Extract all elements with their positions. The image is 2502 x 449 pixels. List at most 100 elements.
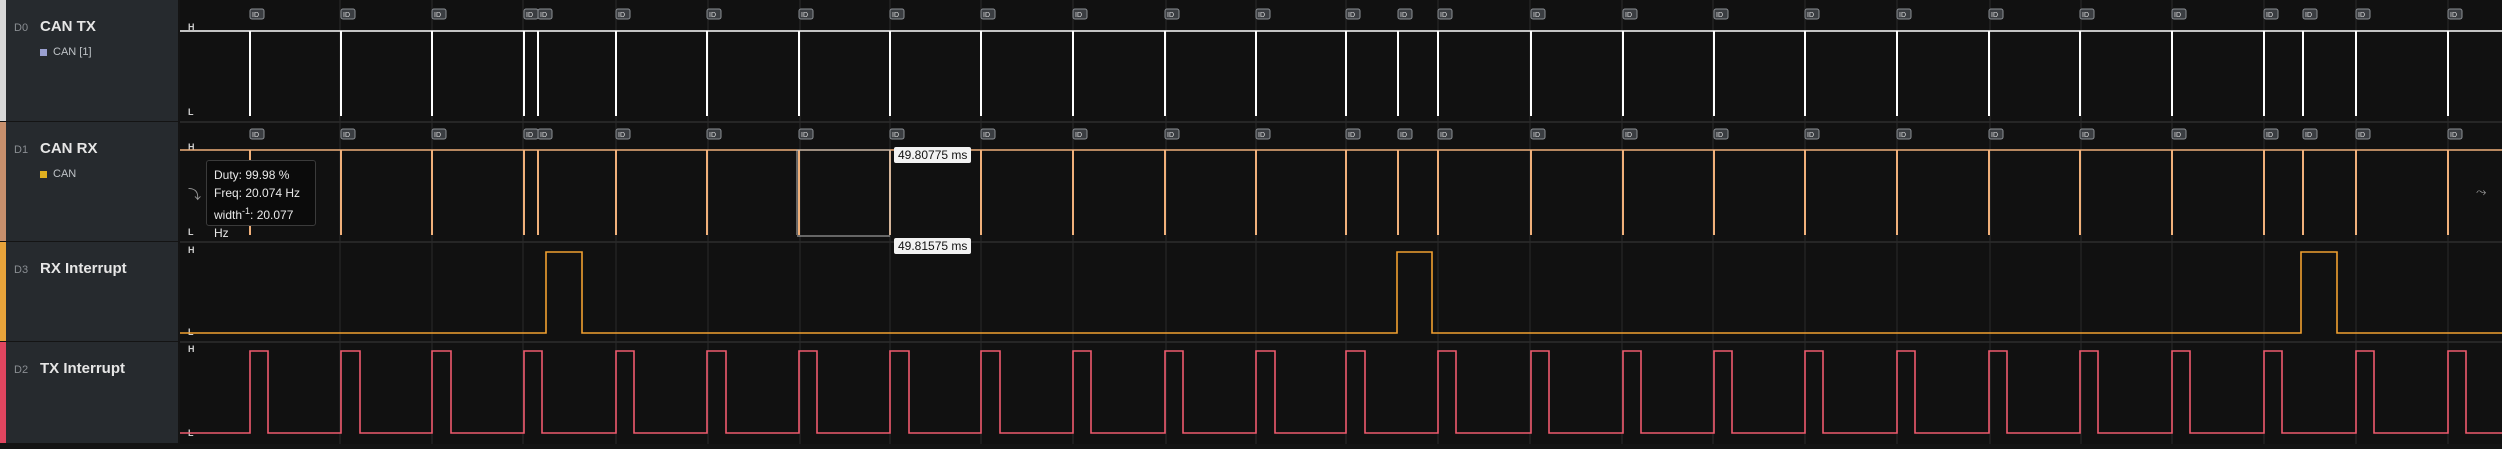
frame-id-label: ID <box>2174 12 2181 19</box>
waveform-area[interactable]: H L H L H L H L ID ID ID ID ID ID ID ID ID ID ID ID ID ID ID ID… <box>180 0 2502 444</box>
frame-marker: ID <box>1713 128 1729 140</box>
frame-id-label: ID <box>892 12 899 19</box>
frame-id-label: ID <box>892 132 899 139</box>
frame-marker: ID <box>889 8 905 20</box>
frame-marker: ID <box>340 8 356 20</box>
low-level-marker: L <box>188 327 194 337</box>
frame-id-label: ID <box>1625 132 1632 139</box>
frame-marker: ID <box>1804 8 1820 20</box>
frame-marker: ID <box>2355 128 2371 140</box>
frame-marker: ID <box>2079 8 2095 20</box>
channel-name[interactable]: CAN RX <box>40 140 98 157</box>
measurement-tooltip: Duty: 99.98 % Freq: 20.074 Hz width-1: 2… <box>206 160 316 240</box>
signal-waveform <box>180 251 2502 334</box>
frame-marker: ID <box>1164 8 1180 20</box>
frame-id-label: ID <box>2450 12 2457 19</box>
frame-marker: ID <box>1896 128 1912 140</box>
frame-marker: ID <box>1437 128 1453 140</box>
frame-marker: ID <box>615 128 631 140</box>
frame-id-label: ID <box>1991 12 1998 19</box>
waveform-canvas[interactable]: HLHLHLHLID ID ID ID ID ID ID ID ID ID ID ID ID ID ID ID… <box>180 0 2502 444</box>
width-label: width <box>214 208 243 222</box>
channel-name[interactable]: TX Interrupt <box>40 360 125 377</box>
frame-marker: ID <box>249 128 265 140</box>
lane-color-stripe <box>0 342 6 443</box>
frame-marker: ID <box>615 8 631 20</box>
frame-marker: ID <box>1988 128 2004 140</box>
channel-name[interactable]: RX Interrupt <box>40 260 127 277</box>
frame-marker: ID <box>1072 8 1088 20</box>
signal-waveform <box>180 350 2502 434</box>
frame-id-label: ID <box>801 12 808 19</box>
frame-marker: ID <box>1530 8 1546 20</box>
measurement-label-upper[interactable]: 49.80775 ms <box>894 147 972 163</box>
frame-id-label: ID <box>1075 12 1082 19</box>
measure-icon[interactable]: ⤳ <box>2476 184 2486 200</box>
frame-id-label: ID <box>1167 132 1174 139</box>
frame-marker: ID <box>1896 8 1912 20</box>
frame-marker: ID <box>431 8 447 20</box>
frame-id-label: ID <box>252 12 259 19</box>
frame-marker: ID <box>1255 8 1271 20</box>
frame-id-label: ID <box>1807 132 1814 139</box>
frame-id-label: ID <box>434 12 441 19</box>
frame-id-label: ID <box>343 132 350 139</box>
frame-id-label: ID <box>709 12 716 19</box>
frame-id-label: ID <box>2266 12 2273 19</box>
frame-id-label: ID <box>1716 132 1723 139</box>
low-level-marker: L <box>188 107 194 117</box>
frame-marker: ID <box>798 8 814 20</box>
frame-id-label: ID <box>1075 132 1082 139</box>
lane-color-stripe <box>0 242 6 341</box>
frame-marker: ID <box>2171 128 2187 140</box>
frame-marker: ID <box>706 8 722 20</box>
frame-id-label: ID <box>1533 12 1540 19</box>
frame-marker: ID <box>798 128 814 140</box>
frame-marker: ID <box>537 128 553 140</box>
frame-marker: ID <box>1164 128 1180 140</box>
lane-label-rx-interrupt[interactable]: D3 RX Interrupt <box>0 242 178 342</box>
frame-marker: ID <box>2447 128 2463 140</box>
frame-marker: ID <box>431 128 447 140</box>
analyzer-color-swatch <box>40 170 47 178</box>
frame-id-label: ID <box>709 132 716 139</box>
channel-name[interactable]: CAN TX <box>40 18 96 35</box>
frame-id-label: ID <box>434 132 441 139</box>
frame-marker: ID <box>2171 8 2187 20</box>
channel-number: D2 <box>14 364 29 376</box>
analyzer-name: CAN [1] <box>53 46 92 58</box>
frame-id-label: ID <box>1348 132 1355 139</box>
frame-id-label: ID <box>2082 12 2089 19</box>
frame-id-label: ID <box>2305 132 2312 139</box>
measure-icon[interactable]: ⤵ <box>188 184 201 203</box>
analyzer-entry[interactable]: CAN [1] <box>40 46 92 58</box>
frame-marker: ID <box>537 8 553 20</box>
frame-marker: ID <box>1072 128 1088 140</box>
frame-id-label: ID <box>526 12 533 19</box>
frame-marker: ID <box>1622 8 1638 20</box>
frame-id-label: ID <box>618 12 625 19</box>
channel-number: D1 <box>14 144 29 156</box>
frame-marker: ID <box>340 128 356 140</box>
frame-marker: ID <box>1804 128 1820 140</box>
frame-marker: ID <box>2302 128 2318 140</box>
frame-marker: ID <box>2263 128 2279 140</box>
frame-id-label: ID <box>983 132 990 139</box>
frame-id-label: ID <box>252 132 259 139</box>
frame-id-label: ID <box>526 132 533 139</box>
frame-id-label: ID <box>1258 132 1265 139</box>
frame-id-label: ID <box>2082 132 2089 139</box>
lane-label-tx-interrupt[interactable]: D2 TX Interrupt <box>0 342 178 444</box>
analyzer-color-swatch <box>40 48 47 56</box>
lane-label-can-rx[interactable]: D1 CAN RX CAN <box>0 122 178 242</box>
width-readout: width-1: 20.077 Hz <box>214 202 308 242</box>
lane-color-stripe <box>0 0 6 121</box>
measurement-label-lower[interactable]: 49.81575 ms <box>894 238 972 254</box>
frame-id-label: ID <box>1716 12 1723 19</box>
analyzer-entry[interactable]: CAN <box>40 168 76 180</box>
lane-label-can-tx[interactable]: D0 CAN TX CAN [1] <box>0 0 178 122</box>
frame-marker: ID <box>1437 8 1453 20</box>
frame-id-label: ID <box>2174 132 2181 139</box>
frame-id-label: ID <box>1400 12 1407 19</box>
frame-marker: ID <box>2355 8 2371 20</box>
